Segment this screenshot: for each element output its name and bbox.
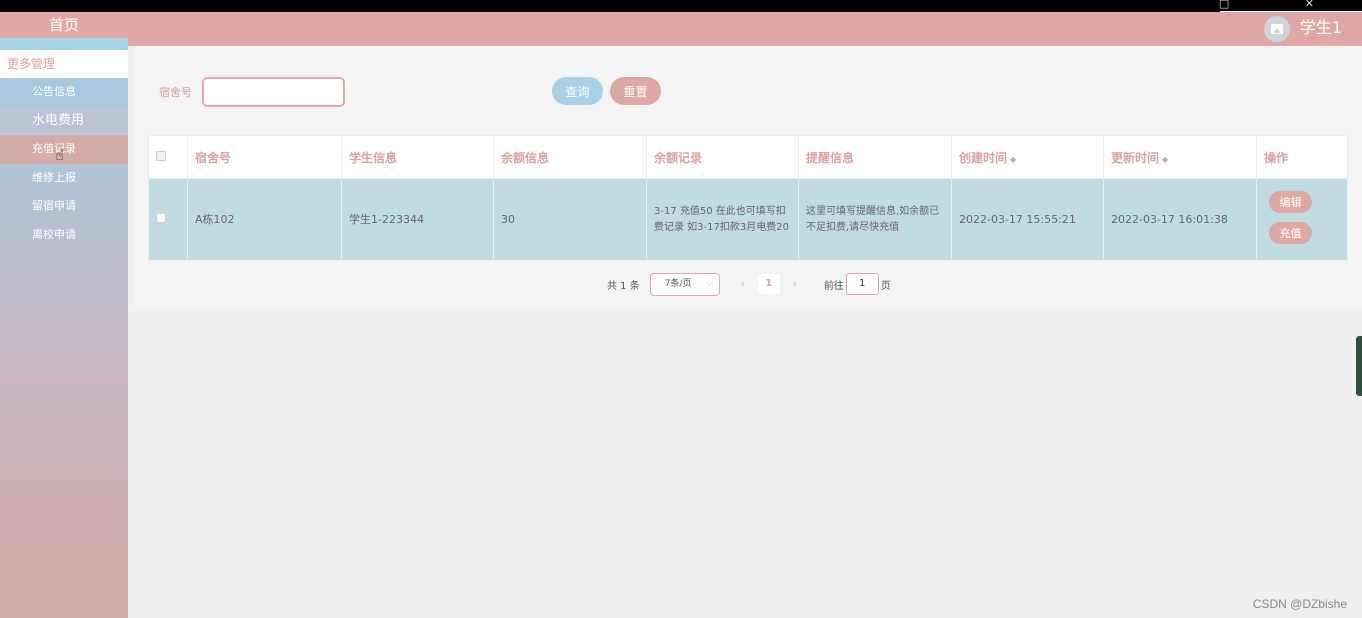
select-all-cell — [148, 135, 188, 179]
cell-balance: 30 — [493, 178, 647, 261]
col-student: 学生信息 — [341, 135, 494, 179]
recharge-button[interactable]: 充值 — [1269, 221, 1312, 244]
page-number-current[interactable]: 1 — [757, 274, 780, 294]
top-header: 学生1 — [128, 12, 1362, 46]
sidebar-item-leave-school-request[interactable]: 离校申请 — [0, 221, 128, 250]
col-records: 余额记录 — [646, 135, 799, 179]
row-checkbox[interactable] — [156, 212, 166, 223]
page-size-select[interactable]: 7条/页 ⌵ — [649, 272, 720, 296]
sort-icon[interactable]: ◆ — [1162, 155, 1168, 164]
sidebar-item-repair-report[interactable]: 维修上报 — [0, 164, 128, 193]
reset-button[interactable]: 重置 — [610, 77, 661, 105]
col-updated-label: 更新时间 — [1111, 150, 1160, 165]
window-titlebar: □ ✕ — [0, 0, 1362, 13]
room-search-input[interactable] — [202, 77, 345, 107]
cell-created: 2022-03-17 15:55:21 — [951, 178, 1104, 261]
col-created-label: 创建时间 — [959, 150, 1008, 165]
sidebar-item-label: 留宿申请 — [32, 199, 76, 212]
pagination-total: 共 1 条 — [607, 280, 640, 292]
sidebar-item-utility-fees[interactable]: 水电费用 — [0, 106, 128, 135]
col-updated[interactable]: 更新时间 ◆ — [1103, 135, 1257, 179]
cell-reminder: 这里可填写提醒信息,如余额已不足扣费,请尽快充值 — [798, 178, 952, 261]
side-scroll-handle[interactable] — [1356, 336, 1362, 396]
col-actions: 操作 — [1256, 135, 1348, 179]
pagination: 共 1 条 7条/页 ⌵ ‹ 1 › 前往 1 页 — [607, 272, 891, 296]
cell-room: A栋102 — [187, 178, 342, 261]
sidebar: 首页 更多管理 公告信息 水电费用 充值记录 ☝ 维修上报 留宿申请 离校申请 — [0, 12, 128, 618]
table-header-row: 宿舍号 学生信息 余额信息 余额记录 提醒信息 创建时间 ◆ 更新时间 ◆ 操作 — [148, 135, 1348, 179]
chevron-down-icon: ⌵ — [705, 278, 713, 289]
goto-page-input[interactable]: 1 — [845, 273, 879, 295]
content-panel: 宿舍号 查询 重置 宿舍号 学生信息 余额信息 余额记录 提醒信息 创建时间 ◆ … — [135, 46, 1362, 309]
sidebar-item-label: 充值记录 — [32, 142, 76, 155]
search-label: 宿舍号 — [159, 86, 192, 99]
sidebar-item-label: 离校申请 — [32, 227, 76, 241]
avatar[interactable] — [1264, 16, 1290, 42]
window-controls[interactable]: □ ✕ — [1219, 0, 1350, 10]
watermark: CSDN @DZbishe — [1252, 597, 1347, 611]
table-row: A栋102 学生1-223344 30 3-17 充值50 在此也可填写扣费记录… — [148, 178, 1348, 261]
sidebar-item-label: 水电费用 — [32, 112, 85, 128]
cell-updated: 2022-03-17 16:01:38 — [1103, 178, 1257, 261]
col-room: 宿舍号 — [187, 135, 342, 179]
sidebar-item-label: 公告信息 — [32, 85, 76, 98]
page-size-value: 7条/页 — [664, 278, 692, 289]
col-created[interactable]: 创建时间 ◆ — [951, 135, 1104, 179]
col-balance: 余额信息 — [493, 135, 647, 179]
goto-label: 前往 — [823, 280, 844, 292]
records-table: 宿舍号 学生信息 余额信息 余额记录 提醒信息 创建时间 ◆ 更新时间 ◆ 操作 A… — [148, 135, 1348, 261]
select-all-checkbox[interactable] — [156, 151, 166, 161]
next-page-button[interactable]: › — [783, 274, 806, 294]
cell-student: 学生1-223344 — [341, 178, 494, 261]
username[interactable]: 学生1 — [1300, 16, 1342, 40]
edit-button[interactable]: 编辑 — [1269, 190, 1312, 213]
col-reminder: 提醒信息 — [798, 135, 952, 179]
sidebar-home[interactable]: 首页 — [0, 12, 128, 38]
sidebar-item-recharge-records[interactable]: 充值记录 ☝ — [0, 135, 128, 164]
sidebar-more-management[interactable]: 更多管理 — [0, 50, 128, 78]
cell-records: 3-17 充值50 在此也可填写扣费记录 如3-17扣款3月电费20 — [646, 178, 799, 261]
row-select-cell — [148, 178, 188, 261]
goto-suffix: 页 — [880, 280, 891, 292]
query-button[interactable]: 查询 — [552, 77, 603, 105]
sidebar-item-overnight-request[interactable]: 留宿申请 — [0, 192, 128, 221]
cell-actions: 编辑 充值 — [1256, 178, 1348, 261]
sidebar-item-label: 维修上报 — [32, 170, 76, 184]
sidebar-divider — [0, 38, 128, 50]
image-icon — [1271, 24, 1283, 34]
prev-page-button[interactable]: ‹ — [731, 274, 754, 294]
sidebar-item-announcements[interactable]: 公告信息 — [0, 78, 128, 107]
sort-icon[interactable]: ◆ — [1010, 155, 1016, 164]
